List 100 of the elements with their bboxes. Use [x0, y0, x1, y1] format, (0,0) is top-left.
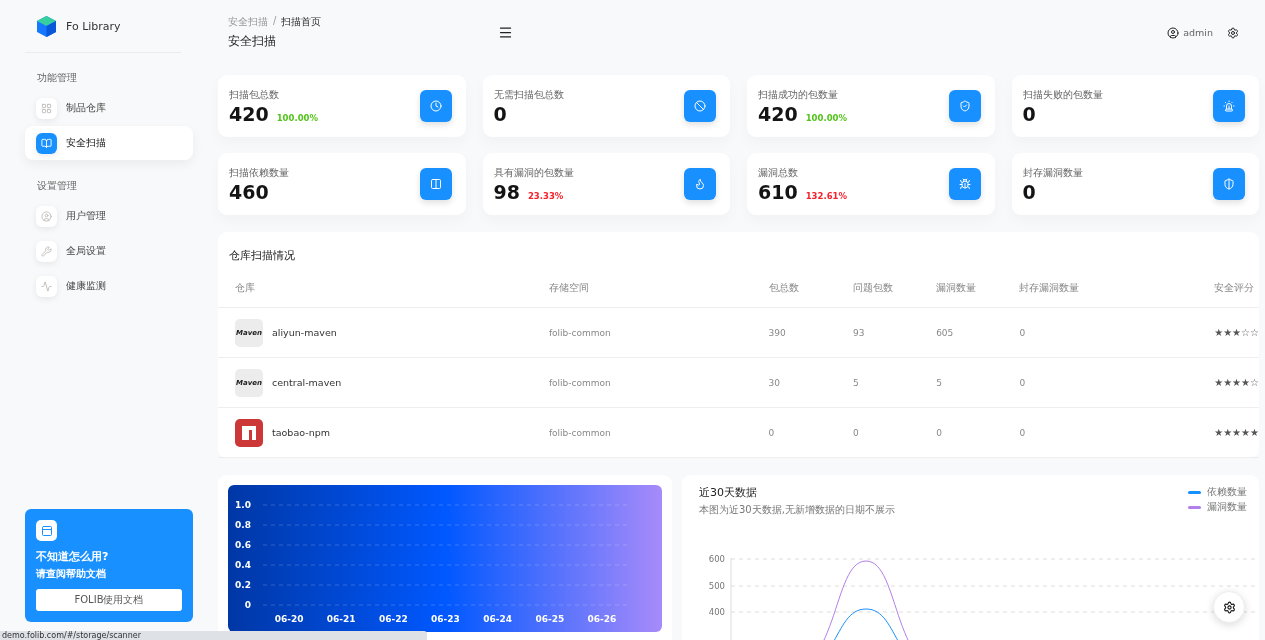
column-header: 封存漏洞数量 — [1002, 281, 1198, 308]
user-icon[interactable] — [1167, 26, 1180, 39]
column-header: 安全评分 — [1197, 281, 1259, 308]
table-cell: 30 — [751, 357, 836, 408]
axis-label: 06-21 — [326, 614, 356, 624]
axis-label: 06-20 — [274, 614, 304, 624]
nav-item[interactable]: 用户管理 — [25, 199, 193, 233]
ban-icon — [694, 100, 706, 112]
breadcrumb-link[interactable]: 扫描首页 — [281, 15, 322, 29]
breadcrumb-separator: / — [273, 15, 277, 28]
table-cell: 93 — [835, 307, 920, 358]
panel-title: 仓库扫描情况 — [228, 248, 296, 264]
column-header: 漏洞数量 — [919, 281, 1003, 308]
user-name[interactable]: admin — [1183, 27, 1213, 38]
stat-value: 98 — [493, 180, 520, 203]
repo-name[interactable]: taobao-npm — [272, 427, 330, 438]
cube-logo-icon — [37, 15, 56, 37]
settings-icon — [1222, 600, 1236, 614]
filled-star-icon: ★ — [1223, 427, 1233, 438]
table-cell: 605 — [919, 307, 1003, 358]
book-icon — [41, 137, 52, 149]
filled-star-icon: ★ — [1232, 327, 1242, 338]
nav-item[interactable]: 全局设置 — [25, 234, 193, 268]
stat-value: 610 — [758, 180, 798, 203]
column-header: 问题包数 — [835, 281, 920, 308]
legend-label[interactable]: 漏洞数量 — [1207, 500, 1247, 514]
axis-label: 600 — [708, 554, 725, 564]
stat-label: 漏洞总数 — [758, 165, 799, 180]
filled-star-icon: ★ — [1241, 427, 1251, 438]
nav-item[interactable]: 安全扫描 — [25, 126, 193, 160]
settings-button[interactable] — [1213, 591, 1245, 623]
shield-check-icon — [958, 100, 971, 112]
stat-value: 0 — [493, 102, 507, 125]
axis-label: 06-25 — [535, 614, 565, 624]
legend-label[interactable]: 依赖数量 — [1207, 485, 1247, 499]
filled-star-icon: ★ — [1250, 427, 1259, 438]
axis-label: 06-23 — [431, 614, 460, 624]
columns-icon — [429, 178, 442, 190]
flame-icon — [694, 178, 706, 190]
stat-label: 扫描失败的包数量 — [1022, 87, 1104, 102]
stat-percent: 23.33% — [527, 190, 564, 201]
empty-star-icon: ☆ — [1250, 327, 1259, 338]
filled-star-icon: ★ — [1223, 377, 1233, 388]
wrench-icon — [41, 245, 52, 257]
stat-value: 420 — [229, 102, 269, 125]
chart-subtitle: 本图为近30天数据,无新增数据的日期不展示 — [699, 503, 895, 517]
stat-percent: 100.00% — [805, 112, 847, 123]
table-cell: 0 — [1002, 407, 1198, 458]
repo-name[interactable]: aliyun-maven — [272, 327, 337, 338]
table-cell: folib-common — [531, 307, 752, 358]
docs-button[interactable]: FOLIB使用文档 — [36, 589, 182, 611]
user-icon — [41, 210, 52, 222]
menu-icon[interactable] — [498, 25, 513, 40]
brand-name: Fo Library — [66, 19, 121, 33]
table-cell: folib-common — [531, 357, 752, 408]
axis-label: 0.6 — [235, 540, 251, 550]
stat-value: 0 — [1022, 102, 1036, 125]
nav-group-title: 功能管理 — [36, 71, 78, 85]
empty-star-icon: ☆ — [1241, 327, 1251, 338]
table-cell: 5 — [835, 357, 920, 408]
table-cell: 5 — [919, 357, 1003, 408]
stat-label: 具有漏洞的包数量 — [493, 165, 575, 180]
filled-star-icon: ★ — [1232, 427, 1242, 438]
page-title: 安全扫描 — [228, 33, 277, 50]
column-header: 包总数 — [751, 281, 836, 308]
stat-label: 扫描依赖数量 — [229, 165, 290, 180]
table-cell: 0 — [1002, 357, 1198, 408]
stat-label: 扫描包总数 — [229, 87, 280, 102]
stat-percent: 100.00% — [276, 112, 318, 123]
axis-label: 0.8 — [235, 520, 251, 530]
nav-item[interactable]: 健康监测 — [25, 269, 193, 303]
table-cell: 0 — [835, 407, 920, 458]
filled-star-icon: ★ — [1214, 377, 1224, 388]
table-cell: 390 — [751, 307, 836, 358]
axis-label: 0.4 — [235, 560, 251, 570]
grid-icon — [41, 102, 52, 114]
filled-star-icon: ★ — [1241, 377, 1251, 388]
siren-icon — [1223, 100, 1235, 112]
repo-name[interactable]: central-maven — [272, 377, 342, 388]
stat-value: 0 — [1022, 180, 1036, 203]
filled-star-icon: ★ — [1223, 327, 1233, 338]
nav-item[interactable]: 制品仓库 — [25, 91, 193, 125]
axis-label: 500 — [708, 581, 725, 591]
table-cell: 0 — [919, 407, 1003, 458]
stat-value: 420 — [758, 102, 798, 125]
bug-icon — [958, 178, 971, 190]
stat-percent: 132.61% — [805, 190, 847, 201]
axis-label: 1.0 — [235, 500, 251, 510]
chart-title: 近30天数据 — [699, 485, 758, 500]
settings-icon[interactable] — [1227, 26, 1239, 39]
table-cell: folib-common — [531, 407, 752, 458]
filled-star-icon: ★ — [1214, 327, 1224, 338]
activity-icon — [41, 280, 52, 292]
help-title: 不知道怎么用? — [36, 549, 110, 564]
square-bracket-icon — [240, 423, 258, 442]
table-cell: 0 — [1002, 307, 1198, 358]
axis-label: 0.2 — [235, 580, 251, 590]
axis-label: 06-22 — [378, 614, 408, 624]
column-header: 存储空间 — [531, 281, 752, 308]
shield-icon — [1223, 178, 1235, 190]
